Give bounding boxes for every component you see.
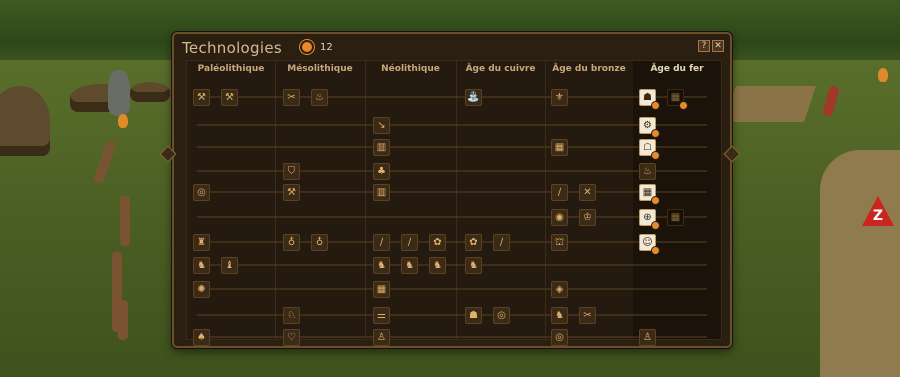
tech-node-icon[interactable]: ▦ [667, 209, 684, 226]
tech-node-icon[interactable]: ▦ [373, 281, 390, 298]
tech-node-icon[interactable]: ☗ [639, 89, 660, 110]
torch-flame [118, 114, 128, 128]
tech-node-icon[interactable]: ⊕ [639, 209, 660, 230]
availability-badge-icon [651, 129, 660, 138]
tech-node-icon[interactable]: ✕ [579, 184, 596, 201]
tech-node-icon[interactable]: ▦ [667, 89, 688, 110]
tech-node-icon[interactable]: ♔ [579, 209, 596, 226]
tech-node-icon[interactable]: ♞ [551, 307, 568, 324]
tech-node-icon[interactable]: ☗ [465, 307, 482, 324]
help-button[interactable]: ? [698, 40, 710, 52]
tech-node-icon[interactable]: ◈ [551, 281, 568, 298]
availability-badge-icon [679, 101, 688, 110]
tech-node-icon[interactable]: ☺ [639, 234, 660, 255]
close-button[interactable]: ✕ [712, 40, 724, 52]
sun-icon [302, 42, 312, 52]
tech-node-icon[interactable]: ☖ [639, 139, 660, 160]
tech-node-icon[interactable]: ♠ [193, 329, 210, 346]
standing-stone [108, 70, 130, 116]
tech-node-icon[interactable]: ♞ [429, 257, 446, 274]
warning-label: Z [872, 208, 884, 224]
tech-node-icon[interactable]: ♨ [311, 89, 328, 106]
tech-node-icon[interactable]: ⛉ [283, 163, 300, 180]
tech-node-icon[interactable]: ✂ [579, 307, 596, 324]
tech-node-icon[interactable]: ✿ [429, 234, 446, 251]
tech-node-icon[interactable]: ♙ [639, 329, 656, 346]
availability-badge-icon [651, 101, 660, 110]
tech-node-icon[interactable]: ♁ [283, 234, 300, 251]
tech-node-icon[interactable]: ⚒ [193, 89, 210, 106]
tech-node-icon[interactable]: ∕ [373, 234, 390, 251]
tech-node-icon[interactable]: ⚒ [221, 89, 238, 106]
tech-node-icon[interactable]: ⚙ [639, 117, 660, 138]
tech-node-icon[interactable]: ♞ [193, 257, 210, 274]
longhouse[interactable] [130, 82, 170, 102]
tech-node-icon[interactable]: ↘ [373, 117, 390, 134]
tech-node-icon[interactable]: ♞ [401, 257, 418, 274]
wooden-post [118, 300, 128, 340]
wooden-post [120, 196, 130, 246]
thatched-roof[interactable] [820, 150, 900, 377]
tech-node-icon[interactable]: ♝ [221, 257, 238, 274]
availability-badge-icon [651, 196, 660, 205]
tech-node-icon[interactable]: ⚜ [551, 89, 568, 106]
tech-node-icon[interactable]: ⚌ [373, 307, 390, 324]
tech-node-icon[interactable]: ♡ [283, 329, 300, 346]
tech-node-icon[interactable]: ∕ [493, 234, 510, 251]
availability-badge-icon [651, 151, 660, 160]
tech-node-icon[interactable]: ∕ [401, 234, 418, 251]
tech-node-icon[interactable]: ♞ [465, 257, 482, 274]
tech-node-icon[interactable]: ◎ [493, 307, 510, 324]
tech-node-icon[interactable]: ♨ [639, 163, 656, 180]
panel-title: Technologies [182, 39, 282, 57]
tech-node-icon[interactable]: ▦ [551, 139, 568, 156]
building-roof[interactable] [724, 86, 816, 122]
tech-node-icon[interactable]: ▦ [639, 184, 660, 205]
tech-node-icon[interactable]: ♣ [373, 163, 390, 180]
technologies-panel: Technologies 12 ? ✕ Paléolithique Mésoli… [172, 32, 732, 348]
torch-flame [878, 68, 888, 82]
tech-node-icon[interactable]: ✂ [283, 89, 300, 106]
tech-node-icon[interactable]: ◎ [551, 329, 568, 346]
technology-points: 12 [320, 42, 333, 53]
tech-node-icon[interactable]: ♘ [283, 307, 300, 324]
availability-badge-icon [651, 246, 660, 255]
tech-node-icon[interactable]: ◉ [551, 209, 568, 226]
tech-node-icon[interactable]: ✺ [193, 281, 210, 298]
tech-node-icon[interactable]: ♁ [311, 234, 328, 251]
availability-badge-icon [651, 221, 660, 230]
tech-node-icon[interactable]: ✿ [465, 234, 482, 251]
tech-node-icon[interactable]: ⛫ [551, 234, 568, 251]
tech-node-icon[interactable]: ♙ [373, 329, 390, 346]
tech-node-icon[interactable]: ▥ [373, 139, 390, 156]
tech-node-icon[interactable]: ♞ [373, 257, 390, 274]
tech-node-icon[interactable]: ⚒ [283, 184, 300, 201]
tech-node-icon[interactable]: ▥ [373, 184, 390, 201]
tech-node-icon[interactable]: ◎ [193, 184, 210, 201]
tech-node-icon[interactable]: ∕ [551, 184, 568, 201]
tech-node-icon[interactable]: ♜ [193, 234, 210, 251]
tech-node-icon[interactable]: ⛲ [465, 89, 482, 106]
tech-tree: Paléolithique Mésolithique Néolithique Â… [186, 60, 722, 346]
